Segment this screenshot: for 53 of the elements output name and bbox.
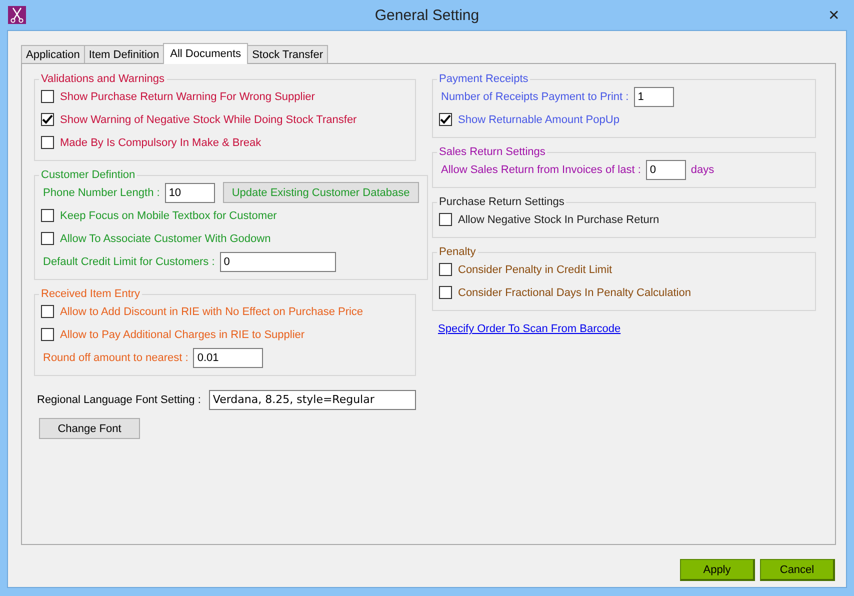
checkbox[interactable] bbox=[41, 90, 54, 103]
group-title: Purchase Return Settings bbox=[438, 196, 566, 208]
group-title: Payment Receipts bbox=[438, 73, 530, 85]
checkbox-label: Show Purchase Return Warning For Wrong Supplier bbox=[60, 90, 315, 102]
window-title: General Setting bbox=[374, 7, 480, 24]
tab[interactable]: All Documents bbox=[163, 43, 248, 64]
tab[interactable]: Stock Transfer bbox=[247, 45, 328, 63]
checkbox[interactable] bbox=[41, 113, 54, 126]
checkbox-label: Allow to Add Discount in RIE with No Effect on Purchase Price bbox=[60, 306, 364, 318]
group-title: Customer Defintion bbox=[40, 169, 136, 181]
checkbox[interactable] bbox=[41, 232, 54, 245]
group-title: Sales Return Settings bbox=[438, 146, 546, 158]
checkbox-label: Allow to Pay Additional Charges in RIE to Supplier bbox=[60, 328, 305, 340]
unit-label: days bbox=[690, 164, 714, 176]
field-label: Regional Language Font Setting : bbox=[37, 394, 201, 406]
checkbox[interactable] bbox=[41, 209, 54, 222]
input-field[interactable]: 0.01 bbox=[193, 348, 264, 368]
checkbox-label: Consider Fractional Days In Penalty Calculation bbox=[458, 286, 691, 298]
checkbox[interactable] bbox=[439, 286, 452, 299]
scissors-icon bbox=[8, 6, 26, 24]
group-title: Received Item Entry bbox=[40, 288, 142, 300]
field-label: Default Credit Limit for Customers : bbox=[43, 256, 215, 268]
checkbox[interactable] bbox=[41, 305, 54, 318]
font-field[interactable]: Verdana, 8.25, style=Regular bbox=[208, 390, 416, 410]
checkbox[interactable] bbox=[41, 136, 54, 149]
close-button[interactable]: ✕ bbox=[828, 7, 840, 23]
field-label: Number of Receipts Payment to Print : bbox=[441, 90, 629, 102]
checkbox[interactable] bbox=[41, 328, 54, 341]
checkbox-label: Show Returnable Amount PopUp bbox=[458, 114, 620, 126]
field-label: Round off amount to nearest : bbox=[43, 352, 188, 364]
checkbox-label: Made By Is Compulsory In Make & Break bbox=[60, 136, 262, 148]
checkbox-label: Show Warning of Negative Stock While Doing Stock Transfer bbox=[60, 114, 357, 126]
tab[interactable]: Application bbox=[21, 45, 85, 63]
field-label: Phone Number Length : bbox=[43, 186, 160, 198]
checkbox[interactable] bbox=[439, 263, 452, 276]
dialog-button[interactable]: Cancel bbox=[760, 559, 835, 581]
group-title: Penalty bbox=[438, 246, 477, 258]
input-field[interactable]: 0 bbox=[646, 160, 686, 180]
change-font-button[interactable]: Change Font bbox=[39, 418, 140, 439]
checkbox-label: Allow Negative Stock In Purchase Return bbox=[458, 214, 660, 226]
checkbox-label: Consider Penalty in Credit Limit bbox=[458, 264, 612, 276]
dialog-button[interactable]: Apply bbox=[680, 559, 755, 581]
checkbox-label: Allow To Associate Customer With Godown bbox=[60, 232, 271, 244]
input-field[interactable]: 0 bbox=[220, 252, 336, 272]
barcode-link[interactable]: Specify Order To Scan From Barcode bbox=[438, 323, 816, 335]
checkbox[interactable] bbox=[439, 213, 452, 226]
group-title: Validations and Warnings bbox=[40, 73, 166, 85]
tab[interactable]: Item Definition bbox=[84, 45, 164, 63]
field-label: Allow Sales Return from Invoices of last : bbox=[441, 164, 641, 176]
checkbox-label: Keep Focus on Mobile Textbox for Customer bbox=[60, 210, 277, 222]
checkbox[interactable] bbox=[439, 113, 452, 126]
input-field[interactable]: 10 bbox=[164, 182, 215, 202]
input-field[interactable]: 1 bbox=[634, 86, 674, 106]
